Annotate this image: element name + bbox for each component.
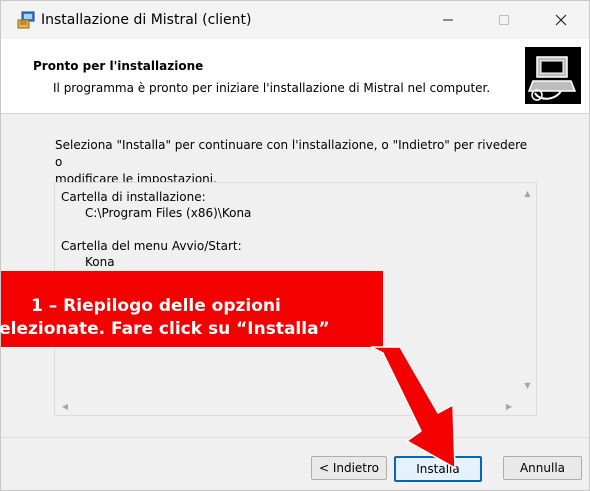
back-button[interactable]: < Indietro — [311, 456, 387, 480]
minimize-icon — [443, 19, 453, 21]
scroll-down-icon[interactable]: ▼ — [519, 379, 536, 391]
maximize-button[interactable] — [481, 1, 527, 39]
start-menu-value: Kona — [85, 255, 115, 269]
intro-text: Seleziona "Installa" per continuare con … — [55, 137, 535, 188]
installer-package-icon — [17, 11, 35, 29]
annotation-callout: 1 – Riepilogo delle opzioni selezionate.… — [0, 271, 383, 347]
footer-divider — [1, 437, 589, 438]
intro-line-1: Seleziona "Installa" per continuare con … — [55, 138, 528, 169]
install-folder-value: C:\Program Files (x86)\Kona — [85, 206, 252, 220]
page-title: Pronto per l'installazione — [33, 59, 204, 73]
wizard-header: Pronto per l'installazione Il programma … — [1, 39, 589, 114]
horizontal-scrollbar[interactable]: ◀ ▶ — [55, 398, 519, 415]
close-icon — [555, 14, 567, 26]
install-button[interactable]: Installa — [394, 456, 482, 482]
cancel-button[interactable]: Annulla — [503, 456, 582, 480]
summary-content: Cartella di installazione: C:\Program Fi… — [61, 189, 251, 270]
scroll-right-icon[interactable]: ▶ — [503, 400, 515, 413]
scroll-left-icon[interactable]: ◀ — [59, 400, 71, 413]
scroll-up-icon[interactable]: ▲ — [519, 187, 536, 199]
install-folder-label: Cartella di installazione: — [61, 190, 206, 204]
computer-install-icon — [525, 47, 581, 104]
installer-window: Installazione di Mistral (client) Pronto… — [0, 0, 590, 491]
vertical-scrollbar[interactable]: ▲ ▼ — [519, 183, 536, 398]
page-description: Il programma è pronto per iniziare l'ins… — [53, 81, 491, 95]
annotation-line-2: selezionate. Fare click su “Installa” — [0, 319, 330, 339]
window-title: Installazione di Mistral (client) — [41, 12, 252, 28]
maximize-icon — [499, 15, 509, 25]
minimize-button[interactable] — [425, 1, 471, 39]
start-menu-label: Cartella del menu Avvio/Start: — [61, 239, 242, 253]
annotation-line-1: 1 – Riepilogo delle opzioni — [31, 296, 281, 316]
close-button[interactable] — [538, 1, 584, 39]
title-bar[interactable]: Installazione di Mistral (client) — [1, 1, 589, 39]
